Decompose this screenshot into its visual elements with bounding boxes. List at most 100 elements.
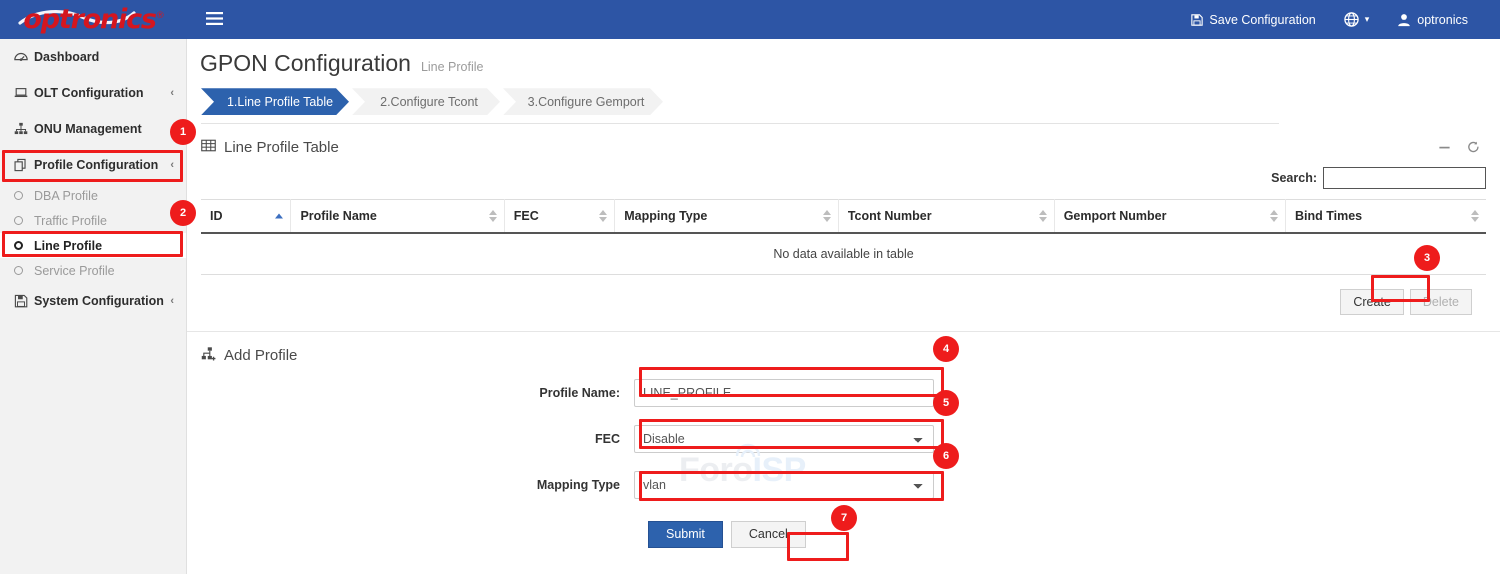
clone-icon [14, 158, 34, 172]
line-profile-table-wrapper: ID Profile Name FEC Mapping Type [187, 189, 1500, 315]
form-buttons: Submit Cancel [187, 521, 1500, 548]
line-profile-table: ID Profile Name FEC Mapping Type [201, 199, 1486, 275]
mapping-type-label: Mapping Type [187, 478, 634, 492]
form-row-profile-name: Profile Name: [187, 379, 1500, 407]
mapping-type-select[interactable]: vlan [634, 471, 934, 499]
form-row-fec: FEC Disable [187, 425, 1500, 453]
fec-label: FEC [187, 432, 634, 446]
minimize-icon[interactable] [1438, 141, 1451, 154]
chevron-left-icon: ‹ [170, 295, 174, 307]
header-actions: Save Configuration ▾ [1177, 0, 1500, 39]
sidebar-item-line-profile[interactable]: Line Profile [0, 233, 186, 258]
table-empty-message: No data available in table [201, 233, 1486, 275]
profile-name-input[interactable] [634, 379, 934, 407]
circle-icon [14, 216, 34, 225]
wizard-step-configure-gemport[interactable]: 3.Configure Gemport [503, 88, 663, 115]
sidebar-item-system-configuration[interactable]: System Configuration ‹ [0, 283, 186, 319]
cancel-button[interactable]: Cancel [731, 521, 806, 548]
save-configuration-button[interactable]: Save Configuration [1177, 0, 1329, 39]
search-input[interactable] [1323, 167, 1486, 189]
column-header-id[interactable]: ID [201, 200, 291, 234]
application-window: optronics® Save Configuration [0, 0, 1500, 574]
sidebar-item-label: System Configuration [34, 294, 170, 308]
refresh-icon[interactable] [1467, 141, 1480, 154]
table-search-row: Search: [187, 159, 1500, 189]
main-content: GPON Configuration Line Profile 1.Line P… [187, 39, 1500, 574]
sidebar-navigation: Dashboard OLT Configuration ‹ [0, 39, 187, 574]
globe-icon [1344, 12, 1359, 27]
sidebar-subitem-label: Traffic Profile [34, 214, 107, 228]
user-icon [1397, 13, 1411, 27]
fec-select[interactable]: Disable [634, 425, 934, 453]
sidebar-item-dashboard[interactable]: Dashboard [0, 39, 186, 75]
panel-tools [1438, 141, 1480, 154]
table-grid-icon [201, 138, 216, 157]
add-profile-form: Profile Name: FEC Disable Mapping Type v… [187, 365, 1500, 548]
column-header-mapping-type[interactable]: Mapping Type [615, 200, 839, 234]
column-header-fec[interactable]: FEC [504, 200, 615, 234]
sidebar-item-olt-configuration[interactable]: OLT Configuration ‹ [0, 75, 186, 111]
create-button[interactable]: Create [1340, 289, 1404, 315]
page-subtitle: Line Profile [421, 60, 484, 74]
table-action-buttons: Create Delete [201, 275, 1486, 315]
sidebar-subitem-label: Line Profile [34, 239, 102, 253]
sort-icon [1270, 210, 1278, 222]
floppy-disk-icon [14, 294, 34, 308]
sort-icon [1471, 210, 1479, 222]
wizard-step-configure-tcont[interactable]: 2.Configure Tcont [352, 88, 500, 115]
brand-logo[interactable]: optronics® [0, 0, 187, 39]
registered-mark: ® [156, 11, 164, 21]
table-body: No data available in table [201, 233, 1486, 275]
wizard-step-line-profile-table[interactable]: 1.Line Profile Table [201, 88, 349, 115]
sort-icon [489, 210, 497, 222]
circle-icon [14, 241, 34, 250]
sidebar-item-dba-profile[interactable]: DBA Profile [0, 183, 186, 208]
column-label: Mapping Type [624, 209, 707, 223]
circle-icon [14, 191, 34, 200]
profile-name-label: Profile Name: [187, 386, 634, 400]
column-label: Profile Name [300, 209, 376, 223]
column-label: Tcont Number [848, 209, 932, 223]
sidebar-item-label: ONU Management [34, 122, 170, 136]
submit-button[interactable]: Submit [648, 521, 723, 548]
column-header-gemport-number[interactable]: Gemport Number [1054, 200, 1285, 234]
delete-button: Delete [1410, 289, 1472, 315]
chevron-left-icon: ‹ [170, 123, 174, 135]
column-label: ID [210, 209, 223, 223]
table-header-row: ID Profile Name FEC Mapping Type [201, 200, 1486, 234]
sidebar-item-onu-management[interactable]: ONU Management ‹ [0, 111, 186, 147]
sort-icon [599, 210, 607, 222]
sitemap-icon [14, 122, 34, 136]
form-row-mapping-type: Mapping Type vlan [187, 471, 1500, 499]
column-header-bind-times[interactable]: Bind Times [1285, 200, 1486, 234]
wizard-step-label: 1.Line Profile Table [227, 95, 333, 109]
sidebar-item-traffic-profile[interactable]: Traffic Profile [0, 208, 186, 233]
sort-icon [823, 210, 831, 222]
panel-title: Line Profile Table [201, 138, 339, 157]
sidebar-item-label: OLT Configuration [34, 86, 170, 100]
wizard-underline [201, 123, 1279, 124]
sort-icon [1039, 210, 1047, 222]
column-header-profile-name[interactable]: Profile Name [291, 200, 504, 234]
column-label: Gemport Number [1064, 209, 1167, 223]
panel-title-label: Line Profile Table [224, 139, 339, 156]
hamburger-glyph [206, 12, 223, 25]
search-label: Search: [1271, 171, 1317, 185]
sidebar-item-label: Dashboard [34, 50, 174, 64]
sidebar-item-service-profile[interactable]: Service Profile [0, 258, 186, 283]
hamburger-icon[interactable] [201, 7, 228, 32]
chevron-left-icon: ‹ [170, 87, 174, 99]
page-title: GPON Configuration [200, 51, 411, 76]
column-label: Bind Times [1295, 209, 1362, 223]
add-node-icon [201, 346, 216, 365]
sidebar-subitem-label: DBA Profile [34, 189, 98, 203]
user-menu[interactable]: optronics [1383, 0, 1482, 39]
sidebar-item-profile-configuration[interactable]: Profile Configuration ‹ [0, 147, 186, 183]
language-selector[interactable]: ▾ [1330, 0, 1384, 39]
add-profile-title: Add Profile [224, 347, 297, 364]
sidebar-item-label: Profile Configuration [34, 158, 170, 172]
wizard-steps: 1.Line Profile Table 2.Configure Tcont 3… [201, 88, 1279, 115]
dashboard-icon [14, 50, 34, 64]
column-header-tcont-number[interactable]: Tcont Number [838, 200, 1054, 234]
wizard-step-label: 3.Configure Gemport [528, 95, 645, 109]
